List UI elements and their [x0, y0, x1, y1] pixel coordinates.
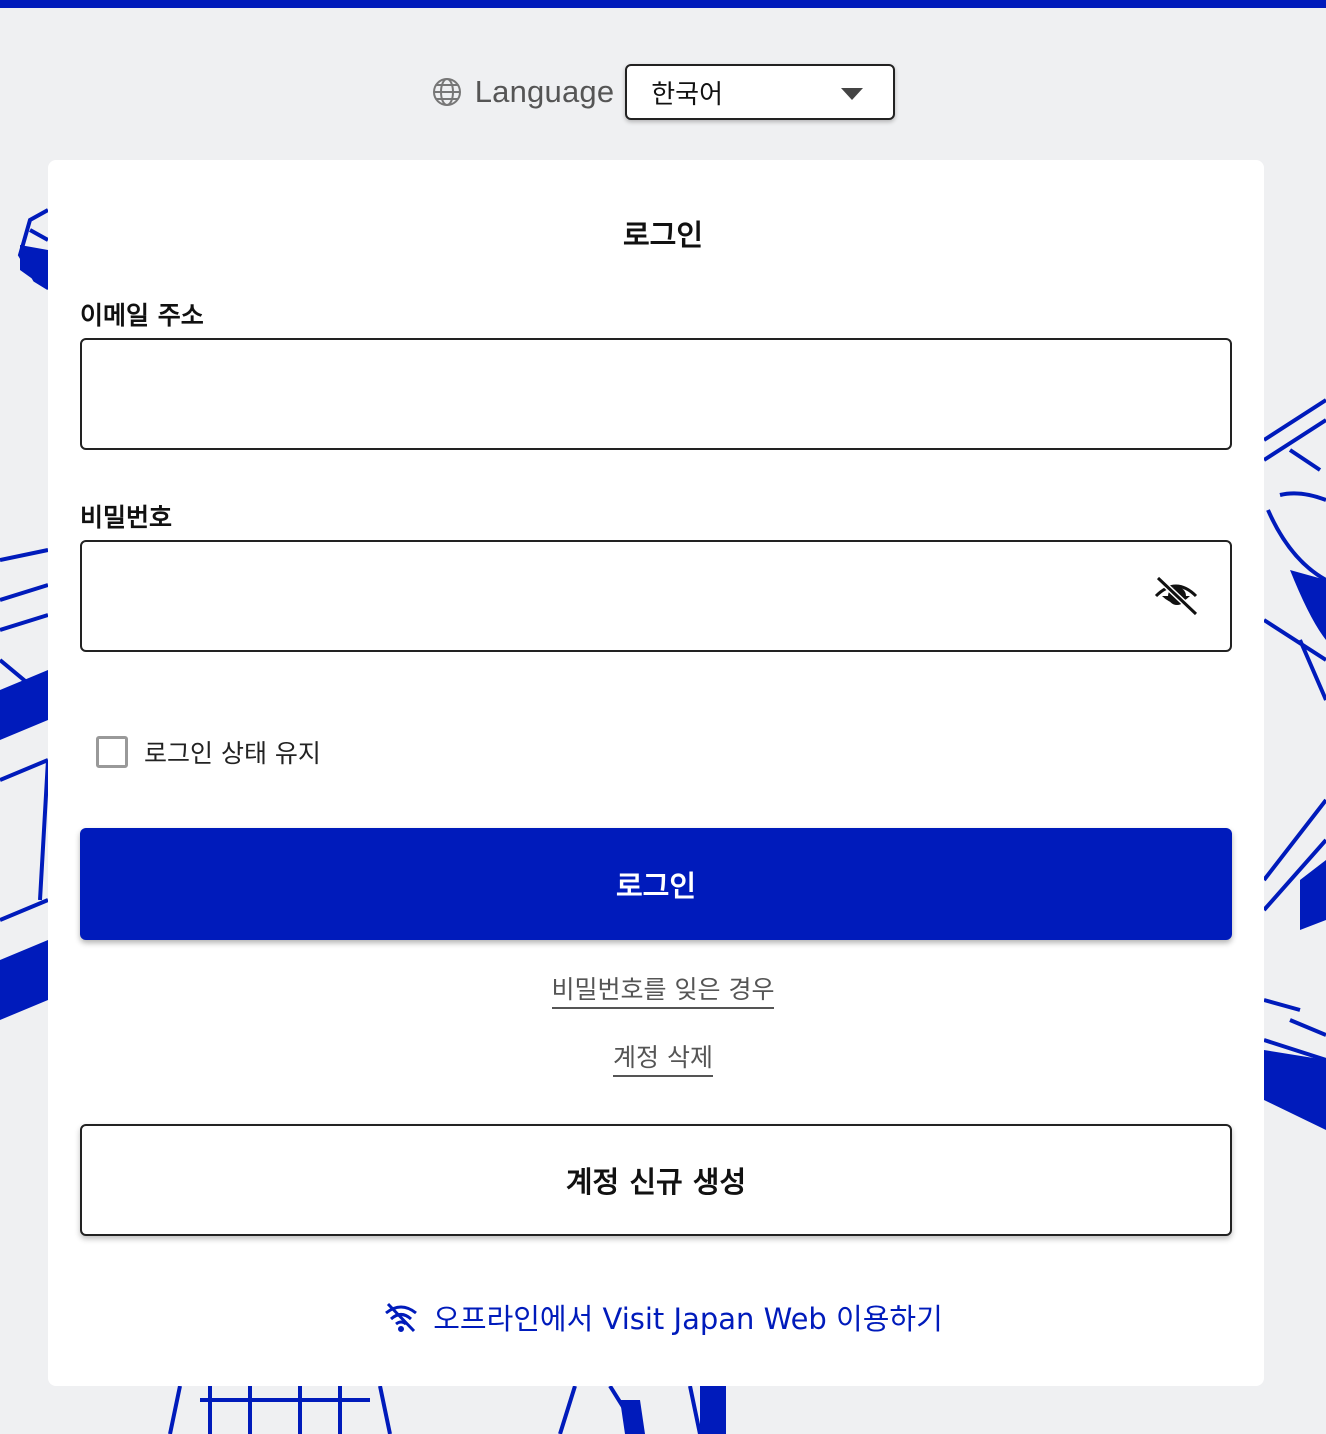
- wifi-off-icon: [383, 1301, 419, 1333]
- remember-me-checkbox[interactable]: [96, 736, 128, 768]
- remember-me-label: 로그인 상태 유지: [144, 739, 321, 768]
- top-accent-bar: [0, 0, 1326, 8]
- language-selected-value: 한국어: [651, 79, 724, 110]
- eye-slash-icon: [1152, 574, 1200, 618]
- password-field[interactable]: [80, 540, 1232, 652]
- forgot-password-row: 비밀번호를 잊은 경우: [0, 970, 1326, 1009]
- language-dropdown[interactable]: 한국어: [625, 64, 896, 120]
- remember-me-row[interactable]: 로그인 상태 유지: [96, 734, 321, 770]
- language-selector-row: Language 한국어: [0, 64, 1326, 120]
- password-label: 비밀번호: [80, 503, 173, 532]
- login-button[interactable]: 로그인: [80, 828, 1232, 940]
- language-label-group: Language: [431, 74, 615, 110]
- forgot-password-link[interactable]: 비밀번호를 잊은 경우: [551, 975, 775, 1009]
- create-account-button[interactable]: 계정 신규 생성: [80, 1124, 1232, 1236]
- chevron-down-icon: [841, 88, 864, 100]
- language-label: Language: [474, 74, 615, 109]
- page-title: 로그인: [622, 218, 704, 252]
- offline-use-link[interactable]: 오프라인에서 Visit Japan Web 이용하기: [0, 1296, 1326, 1338]
- globe-icon: [431, 76, 463, 108]
- delete-account-row: 계정 삭제: [0, 1038, 1326, 1077]
- email-field[interactable]: [80, 338, 1232, 450]
- offline-link-label: 오프라인에서 Visit Japan Web 이용하기: [433, 1302, 943, 1336]
- email-label: 이메일 주소: [80, 301, 204, 330]
- password-visibility-toggle[interactable]: [1150, 572, 1202, 620]
- delete-account-link[interactable]: 계정 삭제: [613, 1043, 713, 1077]
